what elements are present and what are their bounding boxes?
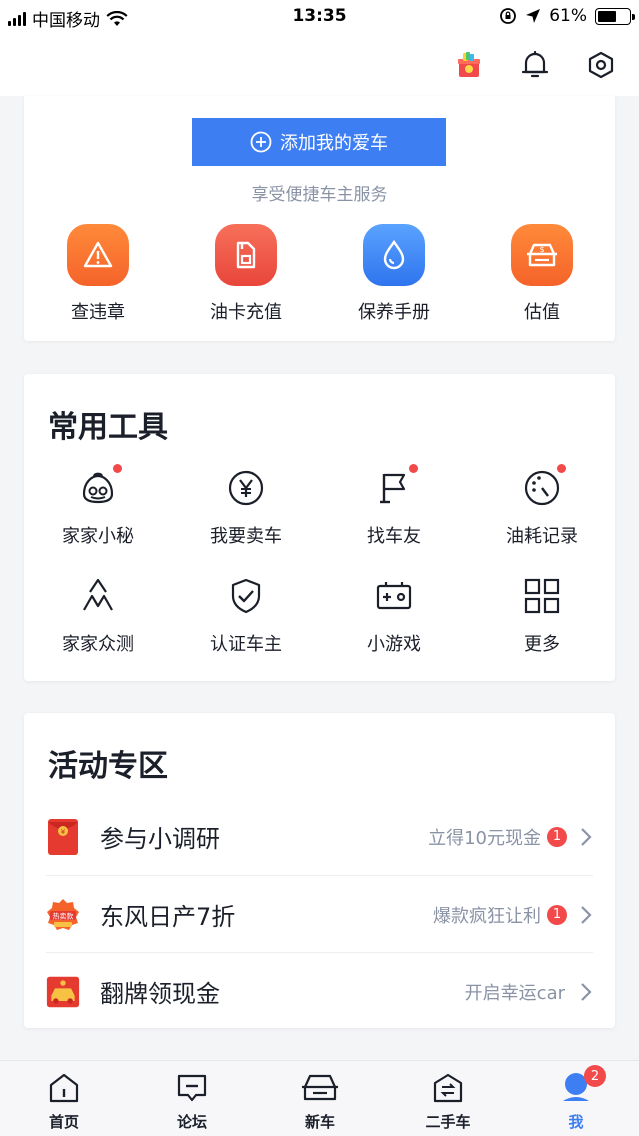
- add-car-label: 添加我的爱车: [280, 133, 388, 154]
- notification-dot: [409, 464, 418, 473]
- profile-icon: 2: [526, 1065, 626, 1107]
- notification-dot: [113, 464, 122, 473]
- quick-label: 估值: [524, 302, 560, 323]
- mountain-icon: [76, 574, 120, 618]
- location-arrow-icon: [526, 9, 541, 23]
- gauge-icon: [520, 464, 566, 510]
- settings-icon[interactable]: [584, 48, 618, 82]
- quick-item-valuation[interactable]: $ 估值: [468, 224, 616, 324]
- my-car-card: 添加我的爱车 享受便捷车主服务 查违章 油卡充值 保养手册 $ 估值: [24, 96, 615, 341]
- assistant-icon: [76, 464, 122, 510]
- tool-find-friends[interactable]: 找车友: [320, 464, 468, 548]
- svg-text:$: $: [539, 245, 544, 254]
- tool-mini-game[interactable]: 小游戏: [320, 574, 468, 656]
- battery-icon: [595, 7, 635, 25]
- chevron-right-icon: [579, 826, 593, 848]
- tool-label: 家家小秘: [62, 526, 134, 547]
- used-car-icon: [398, 1069, 498, 1107]
- activities-title: 活动专区: [48, 749, 168, 784]
- activity-subtitle: 爆款疯狂让利: [433, 905, 541, 927]
- status-right: 61%: [499, 6, 635, 26]
- tab-forum[interactable]: 论坛: [142, 1069, 242, 1132]
- quick-label: 查违章: [71, 302, 125, 323]
- tab-label: 新车: [304, 1113, 335, 1131]
- activities-card: 活动专区 ¥ 参与小调研 立得10元现金 1 热卖款 东风日产7折 爆款疯狂让利…: [24, 713, 615, 1028]
- activity-row-survey[interactable]: ¥ 参与小调研 立得10元现金 1: [46, 798, 593, 875]
- tools-title: 常用工具: [48, 410, 168, 445]
- tool-crowd-test[interactable]: 家家众测: [24, 574, 172, 656]
- activity-row-flip-card[interactable]: 翻牌领现金 开启幸运car: [46, 953, 593, 1030]
- hot-sale-text: 热卖款: [53, 911, 74, 920]
- plus-circle-icon: [250, 131, 272, 153]
- tab-label: 二手车: [425, 1113, 471, 1131]
- tool-fuel-log[interactable]: 油耗记录: [468, 464, 616, 548]
- fuel-card-icon: [215, 224, 277, 286]
- drop-icon: [363, 224, 425, 286]
- tool-label: 更多: [524, 634, 560, 655]
- tool-label: 找车友: [367, 526, 421, 547]
- svg-text:¥: ¥: [61, 828, 66, 836]
- chevron-right-icon: [579, 981, 593, 1003]
- service-hint: 享受便捷车主服务: [251, 185, 388, 205]
- battery-percent: 61%: [549, 6, 587, 26]
- tool-label: 认证车主: [210, 634, 282, 655]
- flag-icon: [372, 464, 418, 510]
- bell-icon[interactable]: [518, 48, 552, 82]
- quick-item-maintenance[interactable]: 保养手册: [320, 224, 468, 324]
- game-icon: [372, 574, 416, 618]
- tab-label: 我: [568, 1113, 584, 1131]
- grid-icon: [520, 574, 564, 618]
- chevron-right-icon: [579, 904, 593, 926]
- yen-icon: [224, 466, 268, 510]
- rotation-lock-icon: [500, 8, 517, 24]
- valuation-icon: $: [511, 224, 573, 286]
- tab-label: 论坛: [176, 1113, 207, 1131]
- tool-assistant[interactable]: 家家小秘: [24, 464, 172, 548]
- shield-check-icon: [224, 574, 268, 618]
- tab-used-car[interactable]: 二手车: [398, 1069, 498, 1132]
- tool-sell-car[interactable]: 我要卖车: [172, 466, 320, 548]
- top-bar: [0, 34, 639, 96]
- tool-label: 我要卖车: [210, 526, 282, 547]
- tool-certify-owner[interactable]: 认证车主: [172, 574, 320, 656]
- tab-home[interactable]: 首页: [14, 1069, 114, 1132]
- hot-sale-icon: 热卖款: [46, 896, 80, 934]
- status-bar: 中国移动 13:35 61%: [0, 0, 639, 34]
- tab-profile[interactable]: 2 我: [526, 1065, 626, 1132]
- warning-icon: [67, 224, 129, 286]
- bottom-tab-bar: 首页 论坛 新车 二手车 2 我: [0, 1060, 639, 1136]
- tab-new-car[interactable]: 新车: [270, 1069, 370, 1132]
- flip-card-icon: [46, 973, 80, 1011]
- quick-item-fuel-card[interactable]: 油卡充值: [172, 224, 320, 324]
- new-car-icon: [270, 1069, 370, 1107]
- tools-card: 常用工具 家家小秘 我要卖车 找车友 油耗记录 家家众测 认证车主 小游戏 更多: [24, 374, 615, 681]
- notification-dot: [557, 464, 566, 473]
- quick-label: 油卡充值: [210, 302, 282, 323]
- activity-subtitle: 开启幸运car: [464, 982, 565, 1004]
- forum-icon: [142, 1069, 242, 1107]
- gift-icon[interactable]: [452, 48, 486, 82]
- count-badge: 2: [584, 1065, 606, 1087]
- quick-item-violations[interactable]: 查违章: [24, 224, 172, 324]
- tool-label: 小游戏: [367, 634, 421, 655]
- activity-title: 翻牌领现金: [100, 980, 220, 1008]
- activity-row-nissan[interactable]: 热卖款 东风日产7折 爆款疯狂让利 1: [46, 876, 593, 953]
- activity-subtitle: 立得10元现金: [428, 827, 541, 849]
- add-car-button[interactable]: 添加我的爱车: [192, 118, 446, 166]
- count-badge: 1: [547, 826, 567, 847]
- red-envelope-icon: ¥: [46, 818, 80, 856]
- activity-title: 参与小调研: [100, 825, 220, 853]
- home-icon: [14, 1069, 114, 1107]
- quick-label: 保养手册: [358, 302, 430, 323]
- count-badge: 1: [547, 904, 567, 925]
- activity-title: 东风日产7折: [100, 903, 236, 931]
- tool-label: 家家众测: [62, 634, 134, 655]
- tool-more[interactable]: 更多: [468, 574, 616, 656]
- tab-label: 首页: [48, 1113, 79, 1131]
- tool-label: 油耗记录: [506, 526, 578, 547]
